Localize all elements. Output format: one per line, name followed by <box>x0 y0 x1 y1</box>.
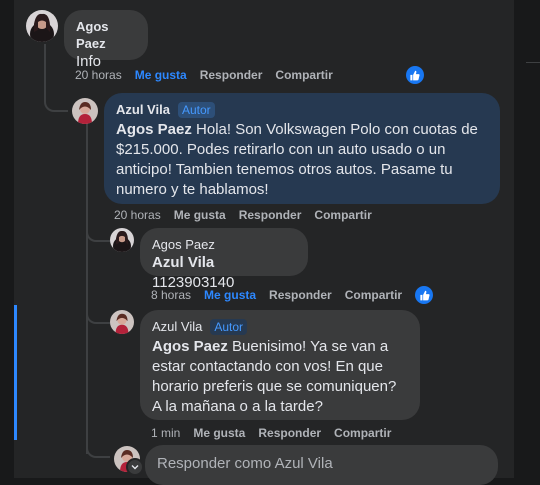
mention-link[interactable]: Azul Vila <box>152 254 214 271</box>
avatar[interactable] <box>110 228 134 252</box>
mention-link[interactable]: Agos Paez <box>152 338 228 355</box>
thumbs-up-icon[interactable] <box>405 66 424 84</box>
avatar[interactable] <box>72 98 98 124</box>
thumbs-up-icon[interactable] <box>415 286 434 304</box>
timestamp[interactable]: 20 horas <box>114 208 161 222</box>
right-sidebar <box>514 0 540 478</box>
like-button[interactable]: Me gusta <box>204 288 256 302</box>
thread-connector <box>86 444 110 458</box>
comment-actions: 8 horas Me gusta Responder Compartir <box>151 286 434 304</box>
comment-bubble: Azul Vila Autor Agos Paez Buenisimo! Ya s… <box>140 310 420 420</box>
reply-button[interactable]: Responder <box>269 288 332 302</box>
comment-author[interactable]: Azul Vila <box>152 318 202 335</box>
share-button[interactable]: Compartir <box>275 68 332 82</box>
chevron-down-icon[interactable] <box>126 458 144 476</box>
active-comment-indicator <box>14 305 17 440</box>
comment-actions: 1 min Me gusta Responder Compartir <box>151 426 404 440</box>
reply-button[interactable]: Responder <box>258 426 321 440</box>
comment-author[interactable]: Agos Paez <box>152 236 296 253</box>
comment-author[interactable]: Agos Paez <box>76 18 136 52</box>
share-button[interactable]: Compartir <box>334 426 391 440</box>
reply-input[interactable]: Responder como Azul Vila <box>145 445 498 485</box>
comment-bubble: Azul Vila Autor Agos Paez Hola! Son Volks… <box>104 93 500 204</box>
like-button[interactable]: Me gusta <box>193 426 245 440</box>
thread-connector <box>44 98 68 112</box>
timestamp[interactable]: 8 horas <box>151 288 191 302</box>
mention-link[interactable]: Agos Paez <box>116 121 192 138</box>
timestamp[interactable]: 20 horas <box>75 68 122 82</box>
like-button[interactable]: Me gusta <box>135 68 187 82</box>
reply-placeholder: Responder como Azul Vila <box>157 455 333 472</box>
comment-text: Agos Paez Hola! Son Volkswagen Polo con … <box>116 120 488 200</box>
timestamp[interactable]: 1 min <box>151 426 180 440</box>
comment-actions: 20 horas Me gusta Responder Compartir <box>75 66 424 84</box>
comment-bubble: Agos Paez Info <box>64 10 148 70</box>
share-button[interactable]: Compartir <box>345 288 402 302</box>
share-button[interactable]: Compartir <box>314 208 371 222</box>
thread-connector <box>86 228 110 242</box>
comment-author[interactable]: Azul Vila <box>116 101 170 118</box>
comment-text: Agos Paez Buenisimo! Ya se van a estar c… <box>152 337 408 417</box>
avatar[interactable] <box>26 10 58 42</box>
reply-button[interactable]: Responder <box>239 208 302 222</box>
like-button[interactable]: Me gusta <box>174 208 226 222</box>
author-badge: Autor <box>210 318 248 335</box>
thread-line <box>86 124 88 454</box>
reply-button[interactable]: Responder <box>200 68 263 82</box>
thread-connector <box>86 310 110 324</box>
author-badge: Autor <box>177 101 215 118</box>
avatar[interactable] <box>110 310 134 334</box>
thread-line <box>44 44 46 100</box>
comment-bubble: Agos Paez Azul Vila 1123903140 <box>140 228 308 291</box>
comment-actions: 20 horas Me gusta Responder Compartir <box>114 208 385 222</box>
